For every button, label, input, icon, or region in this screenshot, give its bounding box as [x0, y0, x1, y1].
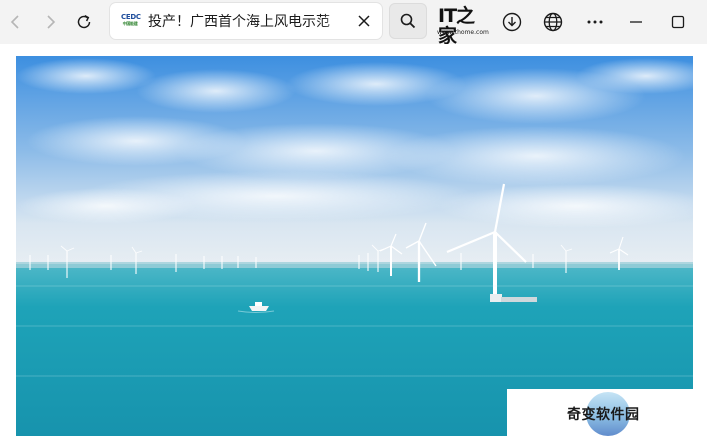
maximize-button[interactable] — [662, 6, 694, 38]
refresh-icon — [77, 14, 91, 29]
search-icon — [400, 13, 416, 29]
close-icon — [358, 15, 370, 27]
more-options-button[interactable] — [579, 6, 611, 38]
watermark-text: 奇变软件园 — [567, 407, 640, 423]
ithome-logo-url: www.ithome.com — [437, 29, 489, 36]
site-watermark: 奇变软件园 — [507, 389, 693, 439]
ithome-logo-text: IT之家 — [438, 5, 475, 47]
page-content: 奇变软件园 — [0, 44, 707, 439]
favicon-subtext: 中国能建 — [122, 21, 138, 26]
forward-button[interactable] — [34, 6, 66, 38]
downloads-button[interactable] — [496, 6, 528, 38]
maximize-icon — [671, 15, 685, 29]
search-button[interactable] — [389, 3, 427, 39]
minimize-button[interactable] — [620, 6, 652, 38]
tab-title: 投产！广西首个海上风电示范 — [148, 14, 330, 30]
download-icon — [502, 12, 522, 32]
forward-arrow-icon — [47, 15, 56, 29]
browser-toolbar: CEDC 中国能建 投产！广西首个海上风电示范 IT之家 www.ithome.… — [0, 0, 707, 46]
browser-essentials-button[interactable] — [537, 6, 569, 38]
globe-icon — [543, 12, 563, 32]
active-tab[interactable]: CEDC 中国能建 投产！广西首个海上风电示范 — [110, 3, 382, 39]
wind-farm-image — [16, 56, 693, 436]
refresh-button[interactable] — [68, 6, 100, 38]
more-icon — [587, 20, 603, 24]
minimize-icon — [630, 21, 642, 23]
favicon-text: CEDC — [121, 13, 141, 21]
close-tab-button[interactable] — [355, 12, 373, 30]
wind-farm-photo — [16, 56, 693, 436]
back-button[interactable] — [0, 6, 32, 38]
ithome-logo-button[interactable]: IT之家 www.ithome.com — [437, 6, 489, 46]
site-favicon: CEDC 中国能建 — [121, 13, 141, 29]
back-arrow-icon — [10, 15, 19, 29]
